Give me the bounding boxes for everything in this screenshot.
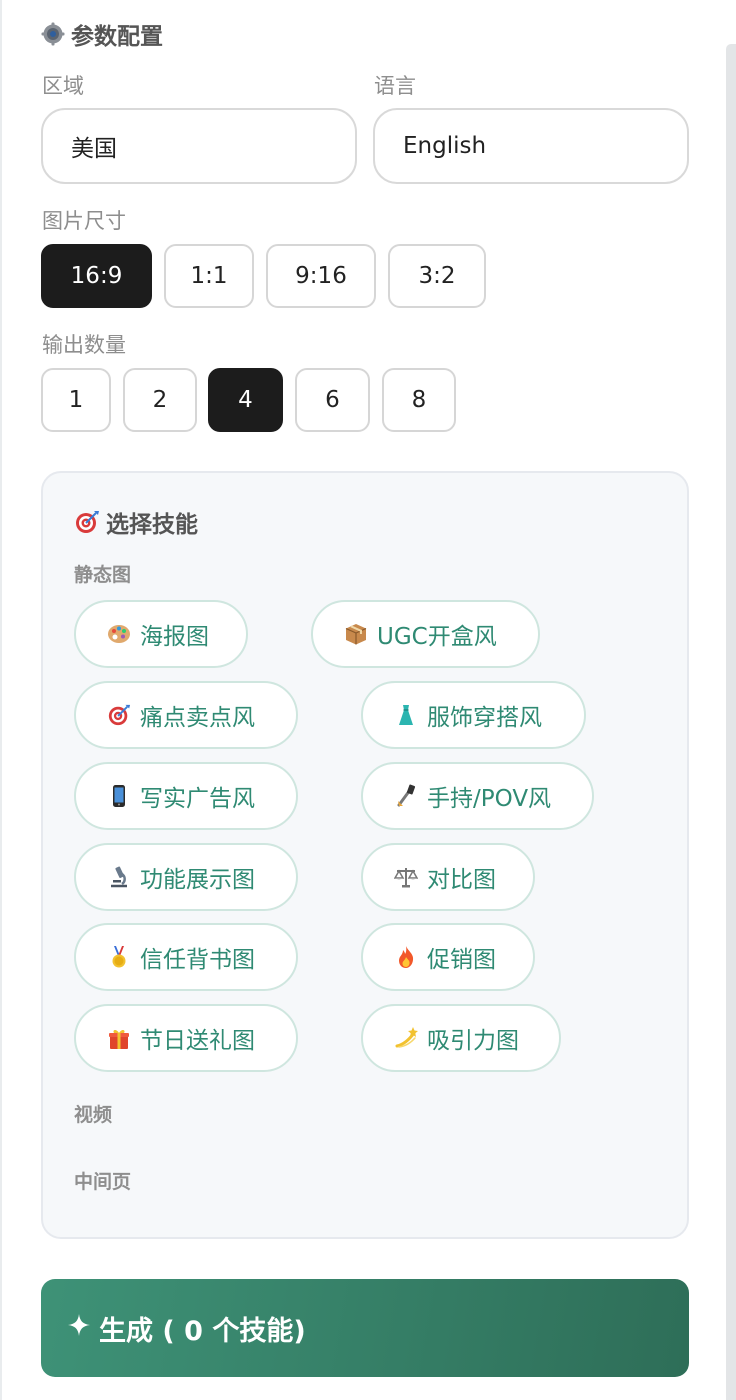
image-size-option-1-1[interactable]: 1:1	[164, 244, 254, 308]
dizzy-star-icon	[393, 1025, 419, 1051]
region-label: 区域	[42, 74, 84, 98]
skill-chip-label: 海报图	[140, 624, 209, 650]
skill-chip-promotion[interactable]: 促销图	[361, 923, 535, 991]
image-size-label: 图片尺寸	[42, 209, 126, 233]
skill-chip-label: 写实广告风	[140, 786, 255, 812]
skill-chip-label: 节日送礼图	[140, 1028, 255, 1054]
package-icon	[343, 621, 369, 647]
skill-chip-label: 促销图	[427, 947, 496, 973]
skill-chip-pain-point[interactable]: 痛点卖点风	[74, 681, 298, 749]
gift-icon	[106, 1025, 132, 1051]
generate-button-label: 生成 ( 0 个技能)	[99, 1315, 306, 1347]
target-icon	[74, 509, 100, 535]
group-label-video: 视频	[74, 1104, 113, 1126]
skill-chip-ugc-unboxing[interactable]: UGC开盒风	[311, 600, 540, 668]
section-title-params: 参数配置	[41, 17, 163, 51]
medal-icon	[106, 944, 132, 970]
skill-chip-holiday-gift[interactable]: 节日送礼图	[74, 1004, 298, 1072]
skill-chip-label: 服饰穿搭风	[427, 705, 542, 731]
skill-chip-handheld-pov[interactable]: 手持/POV风	[361, 762, 594, 830]
skill-chip-realistic-ad[interactable]: 写实广告风	[74, 762, 298, 830]
skill-chip-label: 痛点卖点风	[140, 705, 255, 731]
group-label-static: 静态图	[74, 564, 132, 586]
output-count-option-6[interactable]: 6	[295, 368, 370, 432]
region-select[interactable]: 美国	[41, 108, 357, 184]
image-size-option-16-9[interactable]: 16:9	[41, 244, 152, 308]
language-select[interactable]: English	[373, 108, 689, 184]
language-value: English	[403, 133, 487, 159]
region-value: 美国	[71, 136, 117, 162]
fire-icon	[393, 944, 419, 970]
skill-chip-trust-endorsement[interactable]: 信任背书图	[74, 923, 298, 991]
target-icon	[106, 702, 132, 728]
skill-chip-comparison[interactable]: 对比图	[361, 843, 535, 911]
skill-chip-poster[interactable]: 海报图	[74, 600, 248, 668]
dress-icon	[393, 702, 419, 728]
skill-chip-fashion[interactable]: 服饰穿搭风	[361, 681, 586, 749]
output-count-label: 输出数量	[42, 333, 126, 357]
output-count-option-4[interactable]: 4	[208, 368, 283, 432]
skills-title: 选择技能	[74, 505, 198, 539]
gear-icon	[41, 22, 65, 46]
output-count-option-1[interactable]: 1	[41, 368, 111, 432]
panel-left-border	[0, 0, 2, 1400]
skill-chip-label: 吸引力图	[427, 1028, 519, 1054]
section-title-text: 参数配置	[71, 24, 163, 50]
image-size-option-3-2[interactable]: 3:2	[388, 244, 486, 308]
skill-chip-attraction[interactable]: 吸引力图	[361, 1004, 561, 1072]
language-label: 语言	[374, 74, 416, 98]
output-count-option-8[interactable]: 8	[382, 368, 456, 432]
scrollbar[interactable]	[726, 44, 736, 1400]
skill-chip-label: 手持/POV风	[427, 786, 552, 812]
skills-title-text: 选择技能	[106, 512, 198, 538]
sparkle-icon	[67, 1313, 91, 1344]
microscope-icon	[106, 864, 132, 890]
group-label-middle-page: 中间页	[74, 1171, 132, 1193]
generate-button[interactable]: 生成 ( 0 个技能)	[41, 1279, 689, 1377]
selfie-stick-icon	[393, 783, 419, 809]
skill-chip-feature-demo[interactable]: 功能展示图	[74, 843, 298, 911]
phone-icon	[106, 783, 132, 809]
skill-chip-label: 对比图	[427, 867, 496, 893]
palette-icon	[106, 621, 132, 647]
output-count-option-2[interactable]: 2	[123, 368, 197, 432]
skill-chip-label: 信任背书图	[140, 947, 255, 973]
scales-icon	[393, 864, 419, 890]
image-size-option-9-16[interactable]: 9:16	[266, 244, 376, 308]
skill-chip-label: 功能展示图	[140, 867, 255, 893]
skill-chip-label: UGC开盒风	[377, 624, 497, 650]
